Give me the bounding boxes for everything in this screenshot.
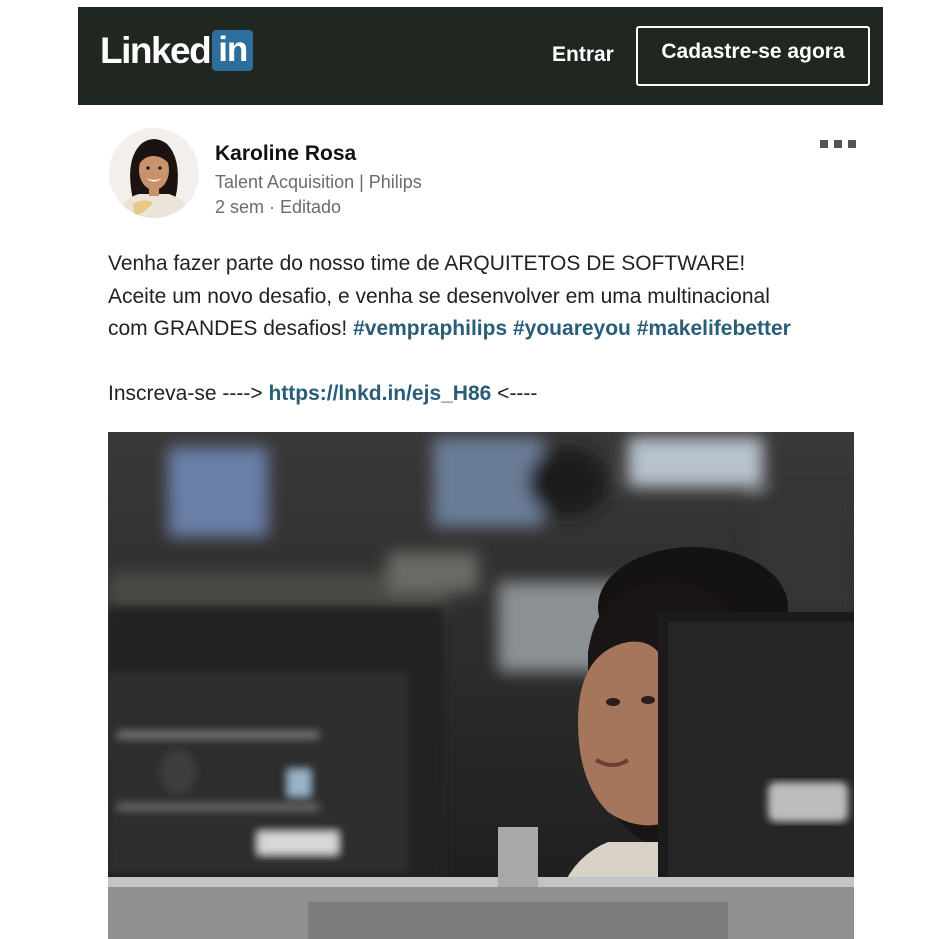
signin-link[interactable]: Entrar bbox=[552, 43, 614, 67]
signup-link[interactable]: https://lnkd.in/ejs_H86 bbox=[268, 382, 491, 405]
ellipsis-icon bbox=[820, 140, 828, 148]
hashtag-link[interactable]: #makelifebetter bbox=[637, 317, 791, 340]
hashtag-link[interactable]: #youareyou bbox=[513, 317, 631, 340]
post-text-segment: com GRANDES desafios! bbox=[108, 317, 354, 340]
post-body: Venha fazer parte do nosso time de ARQUI… bbox=[108, 248, 848, 410]
author-name[interactable]: Karoline Rosa bbox=[215, 142, 356, 166]
post-timestamp: 2 sem · Editado bbox=[215, 197, 342, 217]
ellipsis-icon-dot bbox=[848, 140, 856, 148]
post-text-line: Venha fazer parte do nosso time de ARQUI… bbox=[108, 252, 746, 275]
author-avatar[interactable] bbox=[109, 128, 199, 218]
post-text-line: com GRANDES desafios! #vempraphilips #yo… bbox=[108, 313, 848, 346]
signup-prefix: Inscreva-se ----> bbox=[108, 381, 269, 405]
logo-wordmark: Linked bbox=[100, 30, 212, 71]
avatar-photo bbox=[109, 128, 199, 218]
signup-suffix: <---- bbox=[491, 381, 538, 405]
post-text-line: Aceite um novo desafio, e venha se desen… bbox=[108, 284, 770, 308]
join-now-button[interactable]: Cadastre-se agora bbox=[636, 26, 870, 86]
ellipsis-icon-dot bbox=[834, 140, 842, 148]
post-image[interactable] bbox=[108, 432, 854, 939]
logo-in-box: in bbox=[212, 30, 254, 71]
more-options-button[interactable] bbox=[818, 138, 858, 150]
linkedin-logo[interactable]: Linked in bbox=[100, 30, 254, 71]
post-text-line: Inscreva-se ----> https://lnkd.in/ejs_H8… bbox=[108, 378, 848, 411]
office-photo bbox=[108, 432, 854, 939]
top-navigation-bar: Linked in Entrar Cadastre-se agora bbox=[78, 7, 883, 105]
hashtag-link[interactable]: #vempraphilips bbox=[353, 317, 507, 340]
author-headline: Talent Acquisition | Philips bbox=[215, 172, 422, 192]
